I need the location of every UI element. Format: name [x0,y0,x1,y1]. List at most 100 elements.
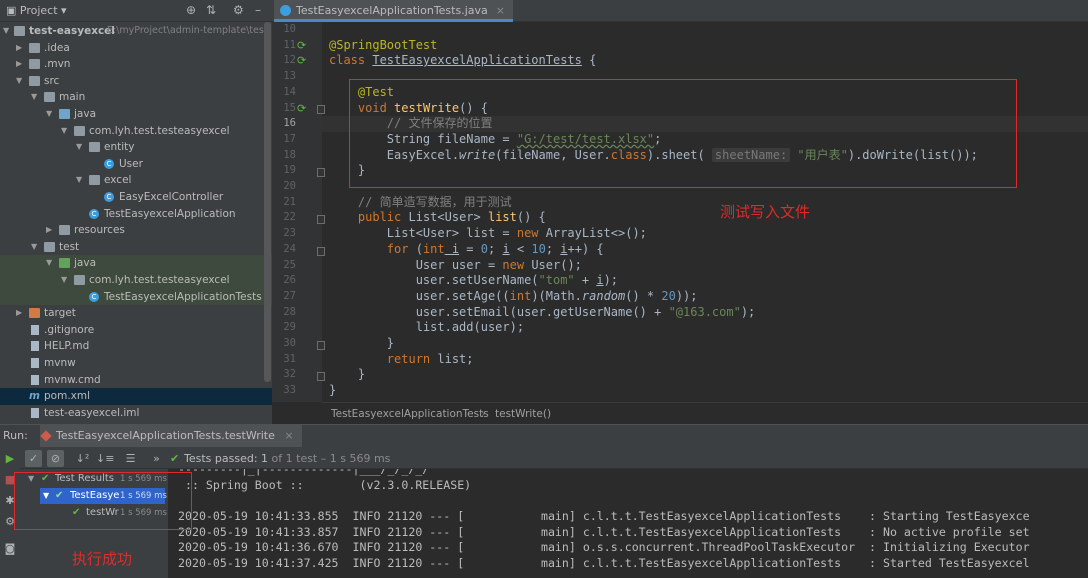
tree-item-test-class[interactable]: C TestEasyexcelApplicationTests [0,288,272,306]
tree-item-mvn[interactable]: ▶ .mvn [0,56,272,73]
expand-all-icon[interactable]: ☰ [122,450,139,467]
line-number: 13 [283,70,296,83]
tree-item-pom[interactable]: m pom.xml [0,388,272,405]
show-passed-icon[interactable]: ✓ [25,450,42,467]
sort-duration-icon[interactable]: ↓≡ [96,450,114,467]
console-line: 2020-05-19 10:41:33.855 INFO 21120 --- [… [178,509,1030,524]
highlight-box-test-method [349,79,1017,188]
tree-item-main-java[interactable]: ▼ java [0,106,272,123]
collapse-icon[interactable]: ⇅ [206,3,216,17]
tree-item-excel[interactable]: ▼ excel [0,172,272,189]
test-status: Tests passed: 1 of 1 test – 1 s 569 ms [184,452,391,465]
tree-item-test[interactable]: ▼ test [0,239,272,256]
module-file-icon [31,407,39,418]
console-line: ---------|_|-------------|___/_/_/_/ [178,469,430,476]
line-number: 11 [283,38,296,51]
run-tab[interactable]: TestEasyexcelApplicationTests.testWrite … [40,425,302,447]
package-icon [89,175,100,186]
breadcrumb-class[interactable]: TestEasyexcelApplicationTests [331,408,489,420]
project-view-selector[interactable]: ▣ Project ▾ [6,4,67,17]
close-tab-icon[interactable]: × [496,4,505,17]
console-line: 2020-05-19 10:41:33.857 INFO 21120 --- [… [178,524,1030,539]
breadcrumb-separator-icon: › [481,408,486,420]
spring-class-icon: C [89,208,99,219]
line-number: 18 [283,148,296,161]
line-number: 19 [283,164,296,177]
code-line-25: User user = new User(); [415,257,582,272]
tree-root[interactable]: ▼ test-easyexcel E:\myProject\admin-temp… [0,23,272,40]
test-config-icon [40,430,52,442]
line-number: 10 [283,23,296,35]
editor-tab[interactable]: TestEasyexcelApplicationTests.java × [274,0,513,22]
line-number: 32 [283,368,296,381]
line-number: 25 [283,258,296,271]
project-panel-header: ▣ Project ▾ ⊕ ⇅ ⚙ – [0,0,272,22]
project-tree: ▼ test-easyexcel E:\myProject\admin-temp… [0,22,272,424]
tree-item-resources[interactable]: ▶ resources [0,222,272,239]
tree-item-entity[interactable]: ▼ entity [0,139,272,156]
console-line: 2020-05-19 10:41:37.425 INFO 21120 --- [… [178,556,1030,570]
code-line-31: return list; [386,351,474,366]
code-line-12: class TestEasyexcelApplicationTests { [329,53,597,68]
tree-item-mvnw[interactable]: mvnw [0,355,272,372]
class-icon [280,5,291,16]
line-number: 26 [283,274,296,287]
code-line-24: for (int i = 0; i < 10; i++) { [386,241,604,256]
tree-item-iml[interactable]: test-easyexcel.iml [0,405,272,422]
folder-icon [14,26,25,36]
project-scrollbar[interactable] [264,22,271,382]
line-number: 24 [283,242,296,255]
class-icon: C [104,192,114,202]
tree-item-target[interactable]: ▶ target [0,305,272,322]
tree-item-idea[interactable]: ▶ .idea [0,40,272,57]
code-line-32: } [357,367,366,382]
locate-icon[interactable]: ⊕ [186,3,196,17]
run-label: Run: [3,429,28,442]
tree-item-test-package[interactable]: ▼ com.lyh.test.testeasyexcel [0,272,272,289]
line-number: 29 [283,321,296,334]
tree-item-help[interactable]: HELP.md [0,338,272,355]
editor-tab-bar: TestEasyexcelApplicationTests.java × [272,0,1088,22]
package-icon [74,275,85,285]
breadcrumb-method[interactable]: testWrite() [495,408,551,420]
package-icon [89,142,100,153]
code-line-23: List<User> list = new ArrayList<>(); [386,226,647,241]
console-output[interactable]: ---------|_|-------------|___/_/_/_/ :: … [168,469,1088,578]
run-toolbar: ✓ ⊘ ↓² ↓≡ ☰ » ✔ Tests passed: 1 of 1 tes… [20,447,1088,469]
test-folder-icon [59,258,70,269]
run-tests-icon[interactable]: ⟳ [297,54,309,67]
line-number: 20 [283,180,296,192]
line-number: 31 [283,352,296,365]
rerun-icon[interactable]: ▶ [4,453,16,465]
line-number: 12 [283,54,296,67]
annotation-write-file: 测试写入文件 [720,203,811,221]
tree-item-controller[interactable]: C EasyExcelController [0,189,272,206]
folder-icon [29,42,40,53]
close-run-tab-icon[interactable]: × [284,429,293,442]
folder-icon [44,92,55,103]
camera-icon[interactable]: ◙ [4,543,16,555]
tree-item-main[interactable]: ▼ main [0,89,272,106]
run-tests-icon[interactable]: ⟳ [297,39,309,52]
tree-item-test-java[interactable]: ▼ java [0,255,272,272]
script-file-icon [31,374,39,385]
project-title: Project [19,4,58,17]
tree-item-package[interactable]: ▼ com.lyh.test.testeasyexcel [0,123,272,140]
minimize-icon[interactable]: – [255,3,261,17]
tree-item-src[interactable]: ▼ src [0,73,272,90]
sort-alpha-icon[interactable]: ↓² [74,450,91,467]
show-ignored-icon[interactable]: ⊘ [47,450,64,467]
run-test-icon[interactable]: ⟳ [297,102,309,115]
editor-gutter: 10 11 12 13 14 15 16 17 18 19 20 21 22 2… [272,22,325,402]
script-file-icon [31,358,39,368]
tree-item-mvnw-cmd[interactable]: mvnw.cmd [0,372,272,389]
tree-item-application[interactable]: C TestEasyexcelApplication [0,206,272,223]
tree-item-user[interactable]: C User [0,156,272,173]
gear-icon[interactable]: ⚙ [233,3,244,17]
folder-icon [29,59,40,70]
tree-item-gitignore[interactable]: .gitignore [0,322,272,339]
highlight-box-test-results [14,472,192,530]
more-icon[interactable]: » [148,450,165,467]
line-number: 28 [283,305,296,318]
maven-icon: m [29,390,40,403]
